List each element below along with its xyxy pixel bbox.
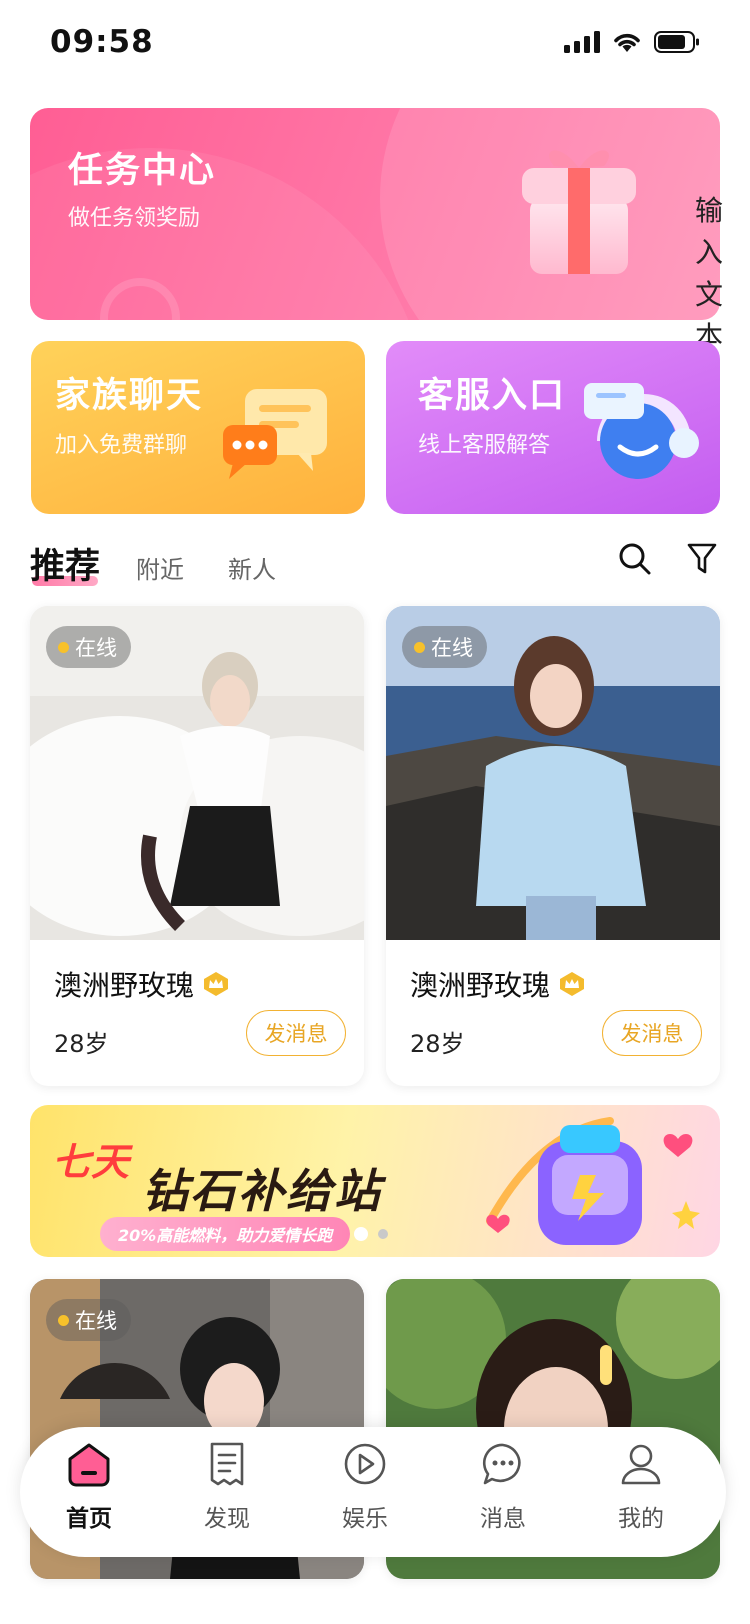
nav-home-label: 首页 <box>66 1506 112 1532</box>
online-badge: 在线 <box>46 626 131 668</box>
tab-newcomer[interactable]: 新人 <box>228 550 276 585</box>
banner-title-line1: 七天 <box>52 1140 131 1184</box>
carousel-dot <box>378 1229 388 1239</box>
customer-service-subtitle: 线上客服解答 <box>418 433 551 458</box>
nav-entertainment[interactable]: 娱乐 <box>310 1441 420 1533</box>
status-time: 09:58 <box>50 24 154 60</box>
status-icons <box>564 30 700 54</box>
nav-profile[interactable]: 我的 <box>586 1441 696 1533</box>
nav-discover[interactable]: 发现 <box>172 1441 282 1533</box>
side-vertical-text: 输入文本 <box>694 194 723 353</box>
online-badge: 在线 <box>46 1299 131 1341</box>
category-tabs: 推荐 附近 新人 <box>30 536 720 596</box>
cellular-signal-icon <box>564 31 600 53</box>
online-dot <box>58 641 69 653</box>
battery-icon <box>654 31 699 53</box>
task-center-subtitle: 做任务领奖励 <box>68 206 201 231</box>
online-dot <box>58 1314 69 1326</box>
profile-card[interactable]: 在线 澳洲野玫瑰 28岁 发消息 <box>30 606 364 1086</box>
customer-service-card[interactable]: 客服入口 线上客服解答 <box>386 341 720 514</box>
banner-slogan: 20%高能燃料，助力爱情长跑 <box>100 1217 351 1251</box>
family-chat-subtitle: 加入免费群聊 <box>55 433 188 458</box>
nav-messages-label: 消息 <box>480 1506 526 1532</box>
document-icon <box>210 1442 244 1486</box>
family-chat-title: 家族聊天 <box>55 376 204 416</box>
nav-messages[interactable]: 消息 <box>448 1441 558 1533</box>
user-icon <box>621 1444 661 1485</box>
send-message-button[interactable]: 发消息 <box>246 1010 346 1056</box>
online-label: 在线 <box>75 636 117 660</box>
carousel-dot-active <box>354 1227 368 1241</box>
bottom-navigation: 首页 发现 娱乐 消息 我的 <box>20 1427 726 1557</box>
send-message-button[interactable]: 发消息 <box>602 1010 702 1056</box>
customer-service-title: 客服入口 <box>418 376 567 416</box>
vip-crown-badge-icon <box>204 972 229 996</box>
nav-discover-label: 发现 <box>204 1506 250 1532</box>
family-chat-card[interactable]: 家族聊天 加入免费群聊 <box>31 341 365 514</box>
online-label: 在线 <box>431 636 473 660</box>
home-icon <box>68 1443 110 1487</box>
task-center-title: 任务中心 <box>68 151 217 191</box>
tab-nearby[interactable]: 附近 <box>136 550 184 585</box>
filter-icon[interactable] <box>686 542 718 576</box>
search-icon[interactable] <box>618 542 652 576</box>
chat-icon <box>483 1443 521 1485</box>
profile-age: 28岁 <box>410 1030 465 1058</box>
banner-title-line2: 钻石补给站 <box>142 1164 382 1218</box>
tab-recommend[interactable]: 推荐 <box>30 538 100 589</box>
online-label: 在线 <box>75 1309 117 1333</box>
nav-home[interactable]: 首页 <box>34 1441 144 1533</box>
profile-name-row: 澳洲野玫瑰 <box>410 964 586 1004</box>
online-badge: 在线 <box>402 626 487 668</box>
profile-card[interactable]: 在线 澳洲野玫瑰 28岁 发消息 <box>386 606 720 1086</box>
profile-name: 澳洲野玫瑰 <box>54 969 195 1002</box>
online-dot <box>414 641 425 653</box>
fuel-canister-icon <box>486 1117 700 1245</box>
profile-age: 28岁 <box>54 1030 109 1058</box>
wifi-icon <box>614 33 640 52</box>
task-center-card[interactable]: 任务中心 做任务领奖励 <box>30 108 720 320</box>
nav-entertainment-label: 娱乐 <box>342 1506 388 1532</box>
nav-profile-label: 我的 <box>618 1506 664 1532</box>
profile-name-row: 澳洲野玫瑰 <box>54 964 230 1004</box>
chat-bubbles-icon <box>223 389 327 479</box>
vip-crown-badge-icon <box>560 972 585 996</box>
diamond-supply-banner[interactable]: 七天 钻石补给站 20%高能燃料，助力爱情长跑 <box>30 1105 720 1257</box>
play-icon <box>344 1443 386 1485</box>
customer-service-headset-icon <box>584 383 699 479</box>
profile-name: 澳洲野玫瑰 <box>410 969 551 1002</box>
status-bar: 09:58 <box>0 0 750 90</box>
gift-box-icon <box>522 150 636 274</box>
